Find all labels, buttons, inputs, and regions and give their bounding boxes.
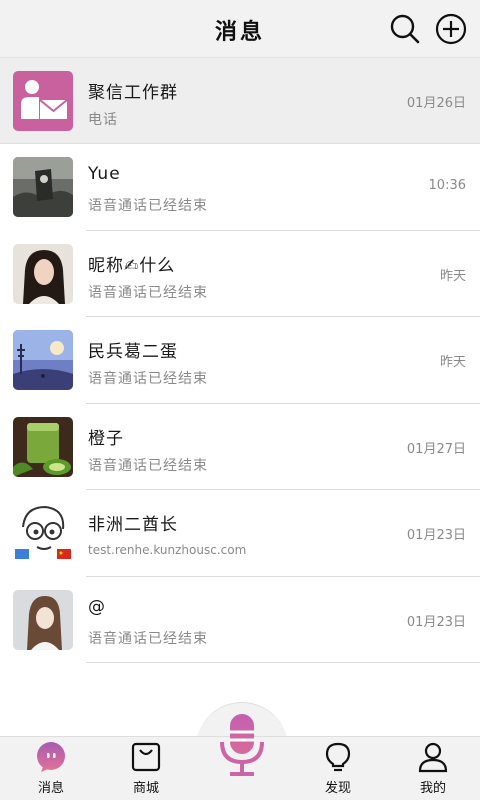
search-button[interactable]	[388, 12, 422, 46]
search-icon	[390, 14, 420, 44]
conversation-row[interactable]: 橙子 语音通话已经结束 01月27日	[0, 403, 480, 490]
avatar-image	[13, 243, 73, 304]
avatar	[13, 330, 73, 390]
conversation-row[interactable]: 非洲二酋长 test.renhe.kunzhousc.com 01月23日	[0, 490, 480, 577]
conversation-row[interactable]: 民兵葛二蛋 语音通话已经结束 昨天	[0, 317, 480, 404]
tab-label: 商城	[132, 781, 159, 796]
lightbulb-icon	[325, 742, 351, 772]
conversation-preview: test.renhe.kunzhousc.com	[88, 543, 247, 557]
conversation-time: 昨天	[439, 268, 466, 284]
conversation-list: 聚信工作群 电话 01月26日 Yue 语音通话已经结束 10:36 昵称✍什么…	[0, 58, 480, 663]
chat-bubble-icon	[37, 742, 65, 772]
add-button[interactable]	[434, 12, 468, 46]
avatar	[13, 503, 73, 563]
conversation-time: 01月23日	[406, 614, 466, 630]
shopping-bag-icon	[131, 742, 161, 772]
conversation-preview: 语音通话已经结束	[88, 198, 208, 214]
avatar-image	[13, 589, 73, 650]
tab-mine[interactable]: 我的	[393, 737, 473, 800]
conversation-time: 昨天	[439, 355, 466, 370]
avatar	[13, 589, 73, 650]
tab-mall[interactable]: 商城	[106, 737, 186, 800]
conversation-name: 昵称✍什么	[88, 255, 176, 276]
conversation-preview: 语音通话已经结束	[88, 630, 208, 647]
avatar-image	[13, 157, 73, 217]
conversation-preview: 语音通话已经结束	[88, 284, 208, 301]
tab-label: 我的	[419, 781, 446, 796]
conversation-row[interactable]: Yue 语音通话已经结束 10:36	[0, 144, 480, 231]
microphone-icon	[220, 714, 264, 776]
avatar	[13, 157, 73, 217]
conversation-preview: 语音通话已经结束	[88, 457, 208, 474]
group-work-icon	[13, 71, 73, 131]
conversation-name: 非洲二酋长	[88, 515, 178, 535]
plus-circle-icon	[435, 13, 467, 45]
conversation-row[interactable]: @ 语音通话已经结束 01月23日	[0, 576, 480, 663]
conversation-name: @	[88, 596, 106, 617]
conversation-time: 01月23日	[406, 528, 466, 543]
conversation-row[interactable]: 昵称✍什么 语音通话已经结束 昨天	[0, 230, 480, 317]
tab-label: 消息	[37, 781, 64, 796]
conversation-time: 01月26日	[406, 96, 466, 111]
conversation-preview: 电话	[88, 112, 118, 128]
tab-discover[interactable]: 发现	[298, 737, 378, 800]
avatar-image	[13, 503, 73, 563]
top-bar: 消息	[0, 0, 480, 58]
avatar-image	[13, 330, 73, 390]
conversation-preview: 语音通话已经结束	[88, 371, 208, 387]
conversation-time: 10:36	[428, 178, 466, 193]
conversation-name: 橙子	[88, 428, 124, 449]
avatar	[13, 416, 73, 477]
voice-record-button[interactable]	[216, 712, 268, 782]
avatar	[13, 71, 73, 131]
tab-messages[interactable]: 消息	[11, 737, 91, 800]
user-icon	[418, 742, 448, 773]
conversation-row[interactable]: 聚信工作群 电话 01月26日	[0, 58, 480, 144]
avatar-image	[13, 416, 73, 477]
tab-label: 发现	[324, 781, 351, 796]
avatar	[13, 243, 73, 304]
conversation-name: 民兵葛二蛋	[88, 342, 178, 362]
conversation-name: 聚信工作群	[88, 83, 178, 103]
conversation-name: Yue	[88, 164, 121, 184]
conversation-time: 01月27日	[406, 441, 466, 457]
divider	[86, 662, 480, 663]
